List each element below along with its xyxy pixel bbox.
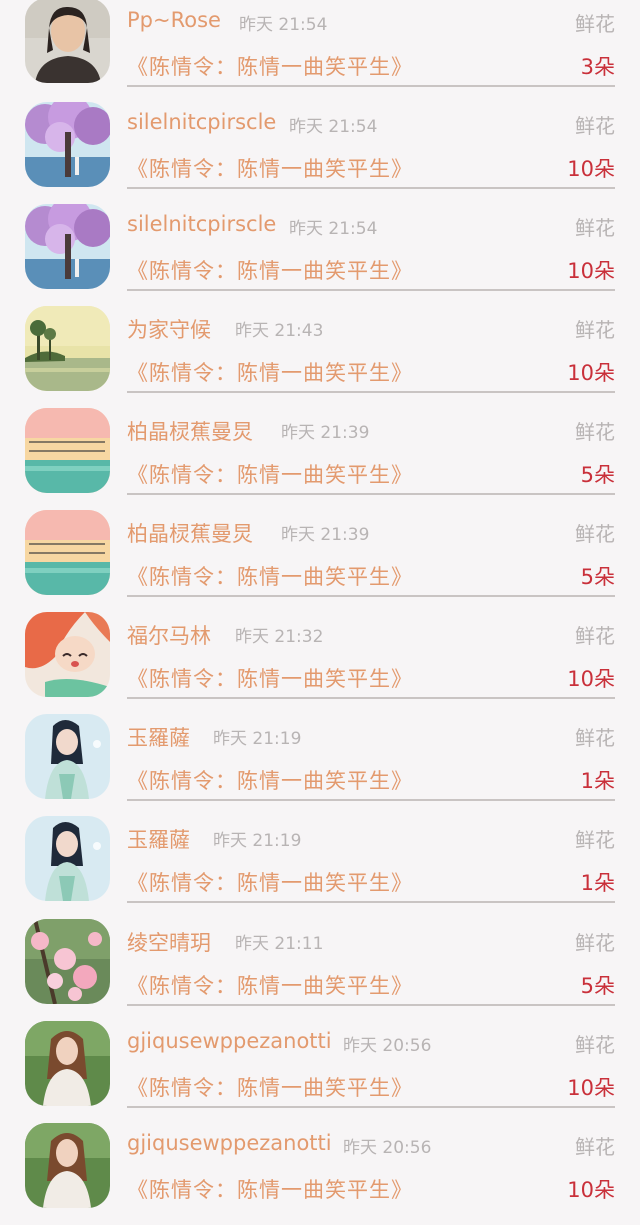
flower-count: 10朵 <box>567 157 615 181</box>
gift-type: 鲜花 <box>575 624 615 648</box>
gift-time: 昨天 21:39 <box>281 423 370 443</box>
gift-type: 鲜花 <box>575 114 615 138</box>
avatar[interactable] <box>25 1123 110 1208</box>
gift-record-row[interactable]: 柏晶棂蕉曼炅 昨天 21:39 鲜花 《陈情令：陈情一曲笑平生》 5朵 <box>0 510 640 612</box>
gift-type: 鲜花 <box>575 522 615 546</box>
work-title-link[interactable]: 《陈情令：陈情一曲笑平生》 <box>127 51 413 81</box>
work-title-link[interactable]: 《陈情令：陈情一曲笑平生》 <box>127 970 413 1000</box>
flower-count: 10朵 <box>567 259 615 283</box>
avatar[interactable] <box>25 612 110 697</box>
avatar[interactable] <box>25 919 110 1004</box>
work-title-link[interactable]: 《陈情令：陈情一曲笑平生》 <box>127 459 413 489</box>
gift-record-row[interactable]: 玉羅薩 昨天 21:19 鲜花 《陈情令：陈情一曲笑平生》 1朵 <box>0 816 640 918</box>
flower-count: 1朵 <box>580 769 615 793</box>
gift-time: 昨天 21:19 <box>213 831 302 851</box>
gift-time: 昨天 21:43 <box>235 321 324 341</box>
gift-type: 鲜花 <box>575 828 615 852</box>
divider <box>127 493 615 495</box>
flower-count: 5朵 <box>580 463 615 487</box>
work-title-link[interactable]: 《陈情令：陈情一曲笑平生》 <box>127 765 413 795</box>
work-title-link[interactable]: 《陈情令：陈情一曲笑平生》 <box>127 1174 413 1204</box>
gift-type: 鲜花 <box>575 1033 615 1057</box>
gift-time: 昨天 21:11 <box>235 934 324 954</box>
sender-name[interactable]: 玉羅薩 <box>127 722 190 752</box>
gift-record-row[interactable]: silelnitcpirscle 昨天 21:54 鲜花 《陈情令：陈情一曲笑平… <box>0 102 640 204</box>
gift-record-row[interactable]: silelnitcpirscle 昨天 21:54 鲜花 《陈情令：陈情一曲笑平… <box>0 204 640 306</box>
gift-time: 昨天 21:19 <box>213 729 302 749</box>
gift-type: 鲜花 <box>575 726 615 750</box>
divider <box>127 1106 615 1108</box>
divider <box>127 799 615 801</box>
gift-record-row[interactable]: gjiqusewppezanotti 昨天 20:56 鲜花 《陈情令：陈情一曲… <box>0 1021 640 1123</box>
gift-time: 昨天 20:56 <box>343 1036 432 1056</box>
gift-type: 鲜花 <box>575 216 615 240</box>
gift-record-row[interactable]: Pp~Rose 昨天 21:54 鲜花 《陈情令：陈情一曲笑平生》 3朵 <box>0 0 640 102</box>
divider <box>127 391 615 393</box>
gift-time: 昨天 21:32 <box>235 627 324 647</box>
flower-gift-list: Pp~Rose 昨天 21:54 鲜花 《陈情令：陈情一曲笑平生》 3朵 sil… <box>0 0 640 1208</box>
flower-count: 3朵 <box>580 55 615 79</box>
gift-record-row[interactable]: 为家守候 昨天 21:43 鲜花 《陈情令：陈情一曲笑平生》 10朵 <box>0 306 640 408</box>
gift-type: 鲜花 <box>575 931 615 955</box>
gift-time: 昨天 21:39 <box>281 525 370 545</box>
divider <box>127 697 615 699</box>
divider <box>127 1004 615 1006</box>
gift-record-row[interactable]: gjiqusewppezanotti 昨天 20:56 鲜花 《陈情令：陈情一曲… <box>0 1123 640 1225</box>
gift-type: 鲜花 <box>575 12 615 36</box>
gift-record-row[interactable]: 绫空晴玥 昨天 21:11 鲜花 《陈情令：陈情一曲笑平生》 5朵 <box>0 919 640 1021</box>
work-title-link[interactable]: 《陈情令：陈情一曲笑平生》 <box>127 1072 413 1102</box>
gift-record-row[interactable]: 玉羅薩 昨天 21:19 鲜花 《陈情令：陈情一曲笑平生》 1朵 <box>0 714 640 816</box>
avatar[interactable] <box>25 102 110 187</box>
avatar[interactable] <box>25 510 110 595</box>
work-title-link[interactable]: 《陈情令：陈情一曲笑平生》 <box>127 561 413 591</box>
flower-count: 10朵 <box>567 361 615 385</box>
gift-time: 昨天 21:54 <box>289 219 378 239</box>
flower-count: 10朵 <box>567 1178 615 1202</box>
sender-name[interactable]: 为家守候 <box>127 314 211 344</box>
sender-name[interactable]: silelnitcpirscle <box>127 212 276 236</box>
divider <box>127 85 615 87</box>
gift-type: 鲜花 <box>575 1135 615 1159</box>
sender-name[interactable]: 绫空晴玥 <box>127 927 211 957</box>
divider <box>127 187 615 189</box>
work-title-link[interactable]: 《陈情令：陈情一曲笑平生》 <box>127 663 413 693</box>
work-title-link[interactable]: 《陈情令：陈情一曲笑平生》 <box>127 867 413 897</box>
gift-time: 昨天 21:54 <box>239 15 328 35</box>
avatar[interactable] <box>25 1021 110 1106</box>
sender-name[interactable]: 福尔马林 <box>127 620 211 650</box>
sender-name[interactable]: 玉羅薩 <box>127 824 190 854</box>
gift-record-row[interactable]: 柏晶棂蕉曼炅 昨天 21:39 鲜花 《陈情令：陈情一曲笑平生》 5朵 <box>0 408 640 510</box>
flower-count: 10朵 <box>567 1076 615 1100</box>
avatar[interactable] <box>25 204 110 289</box>
flower-count: 5朵 <box>580 974 615 998</box>
flower-count: 10朵 <box>567 667 615 691</box>
sender-name[interactable]: gjiqusewppezanotti <box>127 1131 332 1155</box>
avatar[interactable] <box>25 0 110 83</box>
avatar[interactable] <box>25 714 110 799</box>
divider <box>127 595 615 597</box>
divider <box>127 289 615 291</box>
flower-count: 1朵 <box>580 871 615 895</box>
work-title-link[interactable]: 《陈情令：陈情一曲笑平生》 <box>127 153 413 183</box>
work-title-link[interactable]: 《陈情令：陈情一曲笑平生》 <box>127 357 413 387</box>
gift-time: 昨天 20:56 <box>343 1138 432 1158</box>
divider <box>127 901 615 903</box>
work-title-link[interactable]: 《陈情令：陈情一曲笑平生》 <box>127 255 413 285</box>
avatar[interactable] <box>25 408 110 493</box>
sender-name[interactable]: 柏晶棂蕉曼炅 <box>127 518 253 548</box>
avatar[interactable] <box>25 306 110 391</box>
avatar[interactable] <box>25 816 110 901</box>
sender-name[interactable]: 柏晶棂蕉曼炅 <box>127 416 253 446</box>
sender-name[interactable]: gjiqusewppezanotti <box>127 1029 332 1053</box>
gift-record-row[interactable]: 福尔马林 昨天 21:32 鲜花 《陈情令：陈情一曲笑平生》 10朵 <box>0 612 640 714</box>
sender-name[interactable]: Pp~Rose <box>127 8 221 32</box>
sender-name[interactable]: silelnitcpirscle <box>127 110 276 134</box>
gift-time: 昨天 21:54 <box>289 117 378 137</box>
flower-count: 5朵 <box>580 565 615 589</box>
gift-type: 鲜花 <box>575 318 615 342</box>
gift-type: 鲜花 <box>575 420 615 444</box>
